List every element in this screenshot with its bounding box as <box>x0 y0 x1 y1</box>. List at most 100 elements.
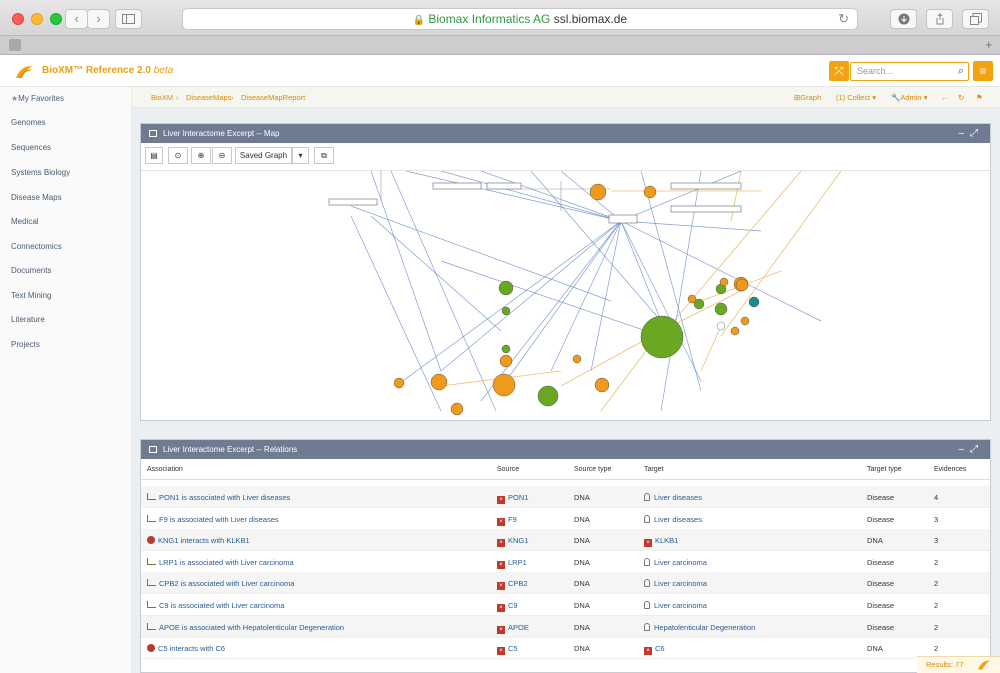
sidebar-item-my-favorites[interactable]: ★My Favorites <box>11 94 64 103</box>
sidebar-item-connectomics[interactable]: Connectomics <box>11 242 62 251</box>
zoom-out-button[interactable]: ⊖ <box>212 147 232 164</box>
source-type-cell: DNA <box>574 493 590 502</box>
table-row[interactable]: C5 interacts with C6 × C5 DNA × C6 DNA 2 <box>141 637 990 660</box>
saved-graph-select[interactable]: Saved Graph <box>235 147 292 164</box>
table-row[interactable]: KNG1 interacts with KLKB1 × KNG1 DNA × KLKB1 D… <box>141 529 990 552</box>
source-link-text: C9 <box>508 601 518 610</box>
source-link[interactable]: × KNG1 <box>497 536 528 548</box>
sidebar-item-projects[interactable]: Projects <box>11 340 40 349</box>
target-link[interactable]: Liver carcinoma <box>644 579 707 588</box>
association-link[interactable]: APOE is associated with Hepatolenticular… <box>147 622 344 632</box>
zoom-window-button[interactable] <box>50 13 62 25</box>
target-link[interactable]: Hepatolenticular Degeneration <box>644 622 755 632</box>
source-link[interactable]: × PON1 <box>497 493 528 504</box>
column-header-target[interactable]: Target <box>644 466 663 473</box>
table-row[interactable]: C9 is associated with Liver carcinoma × C9… <box>141 594 990 616</box>
map-toolbar: ▤ ⊙ ⊕ ⊖ Saved Graph ▾ ⧉ <box>141 143 990 171</box>
target-link[interactable]: Liver diseases <box>644 493 702 502</box>
admin-button[interactable]: 🔧Admin ▾ <box>891 93 927 102</box>
breadcrumb-item[interactable]: BioXM <box>151 93 173 102</box>
table-row[interactable]: APOE is associated with Hepatolenticular… <box>141 615 990 638</box>
source-link[interactable]: × LRP1 <box>497 558 527 569</box>
back-button[interactable]: ‹ <box>65 9 88 29</box>
source-link[interactable]: × CPB2 <box>497 579 528 591</box>
sidebar-item-literature[interactable]: Literature <box>11 315 45 324</box>
association-link[interactable]: CPB2 is associated with Liver carcinoma <box>147 579 294 588</box>
close-window-button[interactable] <box>12 13 24 25</box>
share-button[interactable] <box>926 9 953 29</box>
target-link[interactable]: Liver carcinoma <box>644 557 707 567</box>
address-bar[interactable]: 🔒 Biomax Informatics AG ssl.biomax.de ↻ <box>182 8 858 30</box>
collect-button[interactable]: (1) Collect ▾ <box>836 93 876 102</box>
expand-panel-icon[interactable]: ⤢ <box>970 444 984 455</box>
source-link[interactable]: × F9 <box>497 515 517 526</box>
association-link[interactable]: C5 interacts with C6 <box>147 644 225 653</box>
tabs-overview-button[interactable] <box>962 9 989 29</box>
open-external-button[interactable]: ⧉ <box>314 147 334 164</box>
interaction-icon <box>147 644 155 653</box>
saved-graph-dropdown[interactable]: ▾ <box>292 147 309 164</box>
app-title[interactable]: BioXM™ Reference 2.0 beta <box>42 65 173 76</box>
graph-node <box>594 377 610 393</box>
target-link[interactable]: Liver carcinoma <box>644 601 707 610</box>
tab-icon[interactable] <box>9 39 21 51</box>
sidebar-item-systems-biology[interactable]: Systems Biology <box>11 168 70 177</box>
main-menu-button[interactable]: ≡ <box>973 61 993 81</box>
graph-button-label: Graph <box>800 93 822 102</box>
forward-button[interactable]: › <box>87 9 110 29</box>
association-link[interactable]: LRP1 is associated with Liver carcinoma <box>147 557 294 567</box>
sidebar: ★My Favorites Genomes Sequences Systems … <box>0 87 132 673</box>
back-arrow-icon[interactable]: ← <box>941 93 949 102</box>
association-link-text: KNG1 interacts with KLKB1 <box>158 536 250 546</box>
target-link[interactable]: Liver diseases <box>644 514 702 524</box>
breadcrumb-item[interactable]: DiseaseMaps <box>186 93 231 102</box>
fullscreen-toggle-button[interactable]: ⤧ <box>829 61 849 81</box>
reload-icon[interactable]: ↻ <box>838 9 849 29</box>
sidebar-item-documents[interactable]: Documents <box>11 266 51 275</box>
search-icon[interactable]: ⌕ <box>958 63 964 80</box>
column-header-association[interactable]: Association <box>147 466 183 473</box>
column-header-evidences[interactable]: Evidences <box>934 466 966 473</box>
sidebar-item-disease-maps[interactable]: Disease Maps <box>11 193 62 202</box>
export-button[interactable]: ▤ <box>145 147 163 164</box>
target-link[interactable]: × KLKB1 <box>644 536 678 548</box>
sidebar-item-genomes[interactable]: Genomes <box>11 118 46 127</box>
sidebar-item-sequences[interactable]: Sequences <box>11 143 51 152</box>
interaction-graph[interactable] <box>141 171 990 421</box>
new-tab-icon[interactable]: + <box>985 37 993 52</box>
target-link[interactable]: × C6 <box>644 644 665 656</box>
graph-label-box <box>608 214 638 224</box>
source-link[interactable]: × C9 <box>497 601 518 612</box>
graph-button[interactable]: ⊞Graph <box>794 93 821 102</box>
source-link[interactable]: × APOE <box>497 623 529 634</box>
map-panel-title: Liver Interactome Excerpt -- Map <box>163 129 280 138</box>
source-link-text: LRP1 <box>508 557 527 567</box>
association-link[interactable]: F9 is associated with Liver diseases <box>147 514 279 524</box>
minimize-panel-icon[interactable]: – <box>958 128 970 139</box>
sidebar-toggle-button[interactable] <box>115 9 142 29</box>
association-link[interactable]: C9 is associated with Liver carcinoma <box>147 601 284 610</box>
column-header-target-type[interactable]: Target type <box>867 466 902 473</box>
breadcrumb-item[interactable]: DiseaseMapReport <box>241 93 305 102</box>
sidebar-item-text-mining[interactable]: Text Mining <box>11 291 51 300</box>
search-input[interactable]: Search... ⌕ <box>850 62 969 81</box>
minimize-panel-icon[interactable]: – <box>958 444 970 455</box>
zoom-in-button[interactable]: ⊕ <box>191 147 211 164</box>
association-link-text: LRP1 is associated with Liver carcinoma <box>159 557 294 567</box>
center-button[interactable]: ⊙ <box>168 147 188 164</box>
refresh-icon[interactable]: ↻ <box>958 93 964 102</box>
association-link[interactable]: PON1 is associated with Liver diseases <box>147 493 290 502</box>
minimize-window-button[interactable] <box>31 13 43 25</box>
sidebar-item-medical[interactable]: Medical <box>11 217 39 226</box>
table-row[interactable]: LRP1 is associated with Liver carcinoma ×… <box>141 551 990 573</box>
column-header-source[interactable]: Source <box>497 466 519 473</box>
table-row[interactable]: PON1 is associated with Liver diseases × P… <box>141 486 990 508</box>
source-link[interactable]: × C5 <box>497 644 518 656</box>
association-link[interactable]: KNG1 interacts with KLKB1 <box>147 536 250 545</box>
table-row[interactable]: CPB2 is associated with Liver carcinoma ×… <box>141 572 990 595</box>
column-header-source-type[interactable]: Source type <box>574 466 611 473</box>
expand-panel-icon[interactable]: ⤢ <box>970 128 984 139</box>
table-row[interactable]: F9 is associated with Liver diseases × F9 D… <box>141 508 990 530</box>
downloads-button[interactable] <box>890 9 917 29</box>
bookmark-icon[interactable]: ⚑ <box>976 93 983 102</box>
